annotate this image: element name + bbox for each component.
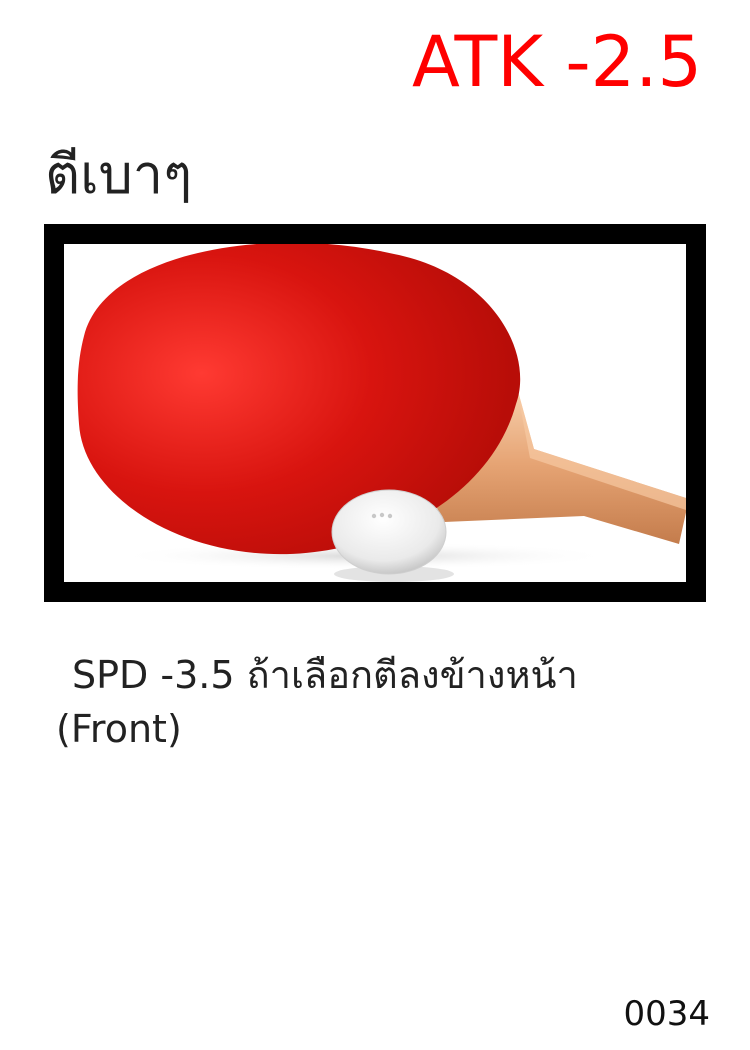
card-number: 0034 [623, 994, 710, 1034]
ping-pong-paddle-icon [77, 244, 686, 582]
card-effect-text: SPD -3.5 ถ้าเลือกตีลงข้างหน้า (Front) [56, 648, 746, 756]
card-art-frame [44, 224, 706, 602]
effect-line-2: (Front) [56, 707, 182, 751]
effect-line-1: SPD -3.5 ถ้าเลือกตีลงข้างหน้า [72, 653, 578, 697]
card-title: ตีเบาๆ [45, 143, 193, 206]
attack-stat: ATK -2.5 [412, 21, 702, 103]
